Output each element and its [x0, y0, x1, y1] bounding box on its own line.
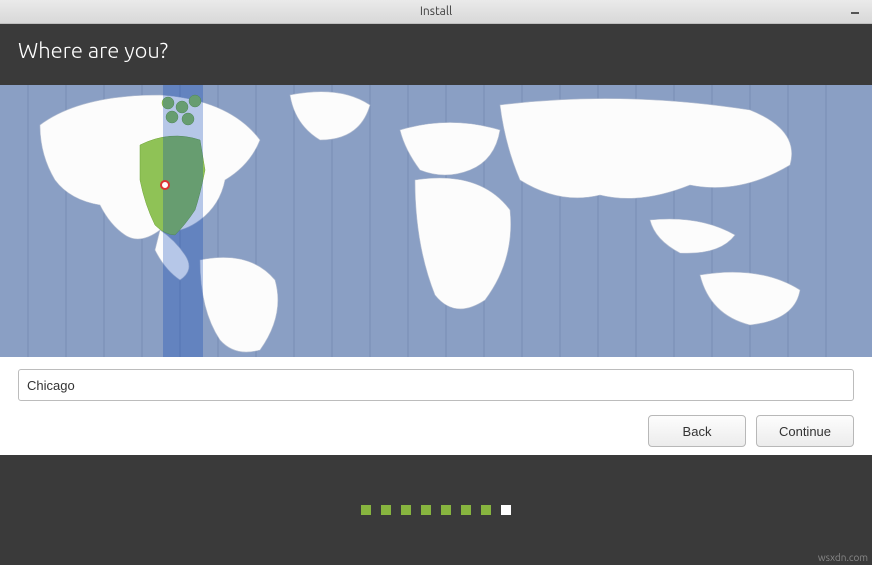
progress-dot [361, 505, 371, 515]
minimize-button[interactable] [848, 2, 862, 16]
selected-timezone-band [163, 85, 203, 357]
progress-dot [441, 505, 451, 515]
location-input[interactable] [18, 369, 854, 401]
controls-area: Back Continue [0, 357, 872, 455]
nav-buttons: Back Continue [18, 415, 854, 447]
location-pin-icon [160, 180, 172, 192]
progress-footer [0, 455, 872, 565]
watermark: wsxdn.com [818, 552, 868, 563]
progress-dot [401, 505, 411, 515]
world-map-svg [0, 85, 872, 357]
progress-dot-current [501, 505, 511, 515]
titlebar[interactable]: Install [0, 0, 872, 24]
step-title: Where are you? [18, 38, 168, 63]
progress-dot [481, 505, 491, 515]
progress-dot [381, 505, 391, 515]
continue-button[interactable]: Continue [756, 415, 854, 447]
step-header: Where are you? [0, 24, 872, 85]
back-button[interactable]: Back [648, 415, 746, 447]
timezone-map[interactable] [0, 85, 872, 357]
install-window: Install Where are you? [0, 0, 872, 565]
progress-dot [461, 505, 471, 515]
window-title: Install [420, 5, 452, 18]
progress-dot [421, 505, 431, 515]
